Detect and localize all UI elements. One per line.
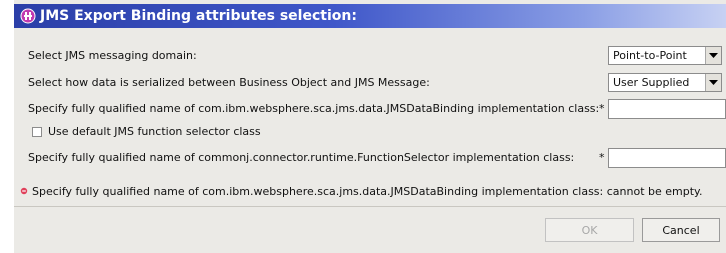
error-message: Specify fully qualified name of com.ibm.… [32,185,703,198]
databinding-class-label: Specify fully qualified name of com.ibm.… [28,102,600,115]
chevron-down-icon[interactable] [705,47,721,64]
required-marker: * [599,151,605,164]
error-message-row: Specify fully qualified name of com.ibm.… [20,185,702,198]
messaging-domain-select[interactable]: Point-to-Point [608,46,722,65]
selector-class-input[interactable] [608,148,726,168]
selector-class-label: Specify fully qualified name of commonj.… [28,151,575,164]
messaging-domain-value: Point-to-Point [613,49,687,62]
cancel-button[interactable]: Cancel [642,218,720,242]
serialization-label: Select how data is serialized between Bu… [28,76,430,89]
databinding-class-input[interactable] [608,99,726,119]
messaging-domain-label: Select JMS messaging domain: [28,49,197,62]
serialization-value: User Supplied [613,76,690,89]
error-icon [20,185,28,198]
serialization-select[interactable]: User Supplied [608,73,722,92]
dialog-title: JMS Export Binding attributes selection: [40,8,357,24]
jms-export-binding-dialog: JMS Export Binding attributes selection:… [14,0,726,253]
default-selector-label: Use default JMS function selector class [48,125,261,138]
ok-button[interactable]: OK [545,218,634,242]
chevron-down-icon[interactable] [705,74,721,91]
default-selector-checkbox[interactable] [32,127,42,137]
button-separator [14,206,726,207]
required-marker: * [599,102,605,115]
title-bar: JMS Export Binding attributes selection: [14,4,726,28]
plugin-icon [20,8,36,24]
